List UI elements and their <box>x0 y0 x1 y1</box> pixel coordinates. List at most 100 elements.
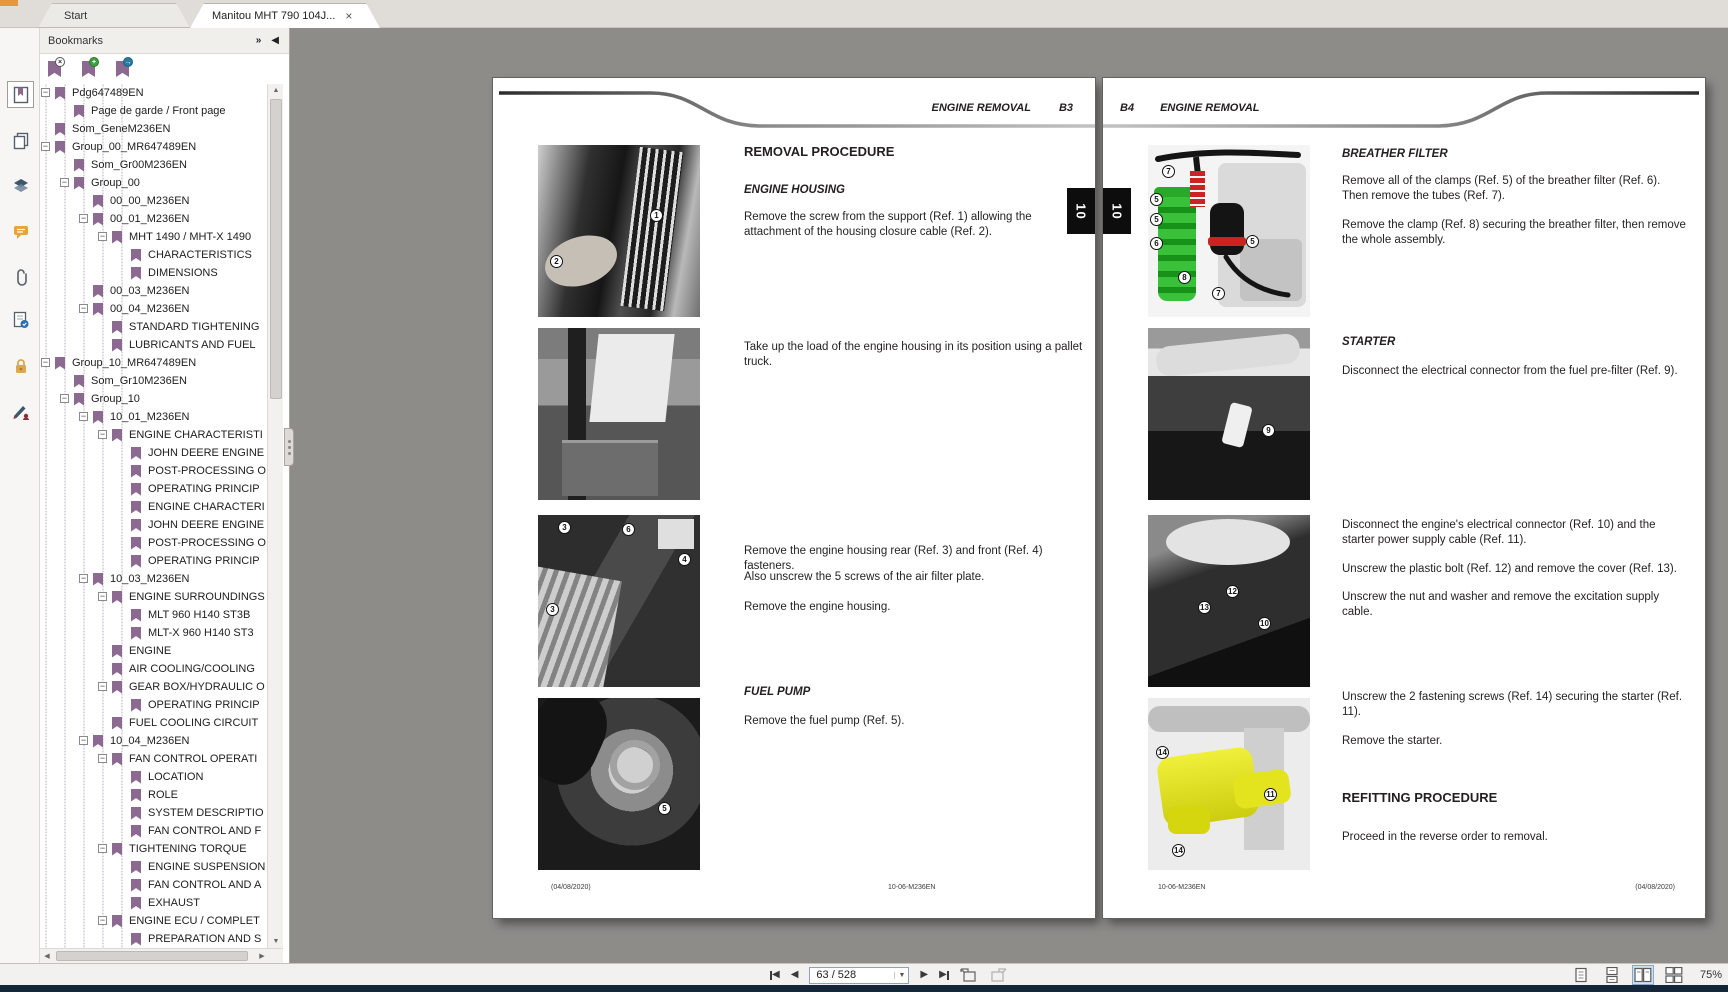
vertical-scroll-thumb[interactable] <box>270 99 282 399</box>
scroll-right-icon[interactable]: ▶ <box>255 949 269 964</box>
collapse-expander-icon[interactable]: − <box>79 574 88 583</box>
collapse-expander-icon[interactable]: − <box>79 214 88 223</box>
bookmark-item[interactable]: MLT-X 960 H140 ST3 <box>40 624 267 642</box>
bookmark-item[interactable]: OPERATING PRINCIP <box>40 696 267 714</box>
collapse-panel-icon[interactable]: ◀ <box>271 35 279 46</box>
bookmark-item[interactable]: FUEL COOLING CIRCUIT <box>40 714 267 732</box>
bookmark-item[interactable]: − ENGINE SURROUNDINGS <box>40 588 267 606</box>
two-page-continuous-view-icon[interactable] <box>1663 965 1685 985</box>
collapse-expander-icon[interactable]: − <box>98 916 107 925</box>
bookmark-item[interactable]: FAN CONTROL AND A <box>40 876 267 894</box>
bookmark-item[interactable]: LUBRICANTS AND FUEL <box>40 336 267 354</box>
add-bookmark-button[interactable]: + <box>82 57 99 77</box>
bookmark-item[interactable]: LOCATION <box>40 768 267 786</box>
close-tab-icon[interactable]: × <box>345 11 352 21</box>
expand-panel-icon[interactable]: » <box>256 35 262 46</box>
collapse-expander-icon[interactable]: − <box>41 88 50 97</box>
single-page-view-icon[interactable] <box>1570 965 1592 985</box>
bookmark-item[interactable]: 00_00_M236EN <box>40 192 267 210</box>
collapse-expander-icon[interactable]: − <box>60 178 69 187</box>
bookmark-item[interactable]: SYSTEM DESCRIPTIO <box>40 804 267 822</box>
bookmarks-panel-icon[interactable] <box>7 81 34 108</box>
scroll-down-icon[interactable]: ▼ <box>268 935 284 948</box>
bookmark-item[interactable]: FAN CONTROL AND F <box>40 822 267 840</box>
bookmark-item[interactable]: EXHAUST <box>40 894 267 912</box>
bookmark-item[interactable]: JOHN DEERE ENGINE <box>40 516 267 534</box>
next-page-button[interactable]: ▶ <box>920 970 928 980</box>
collapse-expander-icon[interactable]: − <box>41 142 50 151</box>
continuous-view-icon[interactable] <box>1601 965 1623 985</box>
bookmark-item[interactable]: POST-PROCESSING O <box>40 462 267 480</box>
bookmark-item[interactable]: ENGINE <box>40 642 267 660</box>
collapse-expander-icon[interactable]: − <box>41 358 50 367</box>
document-pane[interactable]: ENGINE REMOVAL B3 12 3643 5 REMOVAL PROC… <box>290 28 1728 963</box>
layers-icon[interactable] <box>7 172 34 199</box>
panel-splitter-handle[interactable] <box>284 428 294 466</box>
first-page-button[interactable]: ◀ <box>770 970 780 980</box>
bookmarks-vertical-scrollbar[interactable]: ▲ ▼ <box>267 84 283 948</box>
horizontal-scroll-thumb[interactable] <box>56 951 248 961</box>
page-dropdown-icon[interactable]: ▼ <box>894 971 908 979</box>
bookmark-item[interactable]: JOHN DEERE ENGINE <box>40 444 267 462</box>
bookmark-item[interactable]: ENGINE SUSPENSION <box>40 858 267 876</box>
bookmark-item[interactable]: − 00_04_M236EN <box>40 300 267 318</box>
next-view-button[interactable] <box>989 968 1007 982</box>
app-menu-accent[interactable] <box>0 0 18 6</box>
zoom-level-value[interactable]: 75% <box>1700 969 1722 981</box>
delete-bookmark-button[interactable]: × <box>48 57 65 77</box>
bookmarks-horizontal-scrollbar[interactable]: ◀ ▶ <box>40 948 283 963</box>
bookmark-item[interactable]: OPERATING PRINCIP <box>40 480 267 498</box>
bookmark-item[interactable]: Som_GeneM236EN <box>40 120 267 138</box>
collapse-expander-icon[interactable]: − <box>98 754 107 763</box>
certificates-icon[interactable] <box>7 306 34 333</box>
bookmark-item[interactable]: − Group_00 <box>40 174 267 192</box>
bookmark-item[interactable]: − 00_01_M236EN <box>40 210 267 228</box>
collapse-expander-icon[interactable]: − <box>98 232 107 241</box>
signature-icon[interactable] <box>7 398 34 425</box>
bookmark-item[interactable]: Som_Gr00M236EN <box>40 156 267 174</box>
bookmark-item[interactable]: − ENGINE CHARACTERISTI <box>40 426 267 444</box>
bookmark-item[interactable]: CHARACTERISTICS <box>40 246 267 264</box>
bookmark-item[interactable]: − TIGHTENING TORQUE <box>40 840 267 858</box>
page-thumbnails-icon[interactable] <box>7 126 34 153</box>
bookmark-item[interactable]: DIMENSIONS <box>40 264 267 282</box>
taskbar[interactable] <box>0 985 1728 992</box>
bookmark-item[interactable]: − FAN CONTROL OPERATI <box>40 750 267 768</box>
attachments-icon[interactable] <box>7 264 34 291</box>
bookmark-item[interactable]: Som_Gr10M236EN <box>40 372 267 390</box>
bookmark-item[interactable]: STANDARD TIGHTENING <box>40 318 267 336</box>
bookmark-item[interactable]: − GEAR BOX/HYDRAULIC O <box>40 678 267 696</box>
goto-bookmark-button[interactable]: → <box>116 57 133 77</box>
bookmark-item[interactable]: ROLE <box>40 786 267 804</box>
tab-document[interactable]: Manitou MHT 790 104J... × <box>190 3 380 28</box>
security-lock-icon[interactable] <box>7 352 34 379</box>
bookmark-item[interactable]: − Group_10_MR647489EN <box>40 354 267 372</box>
bookmark-item[interactable]: − MHT 1490 / MHT-X 1490 <box>40 228 267 246</box>
page-indicator-value[interactable]: 63 / 528 <box>810 969 894 981</box>
collapse-expander-icon[interactable]: − <box>98 844 107 853</box>
collapse-expander-icon[interactable]: − <box>79 412 88 421</box>
page-number-input[interactable]: 63 / 528 ▼ <box>809 966 910 984</box>
two-page-view-icon[interactable] <box>1631 965 1654 985</box>
bookmark-item[interactable]: POST-PROCESSING O <box>40 534 267 552</box>
scroll-left-icon[interactable]: ◀ <box>40 949 54 964</box>
bookmark-item[interactable]: Page de garde / Front page <box>40 102 267 120</box>
bookmark-item[interactable]: − Pdg647489EN <box>40 84 267 102</box>
collapse-expander-icon[interactable]: − <box>60 394 69 403</box>
collapse-expander-icon[interactable]: − <box>98 592 107 601</box>
bookmark-item[interactable]: 00_03_M236EN <box>40 282 267 300</box>
tab-start[interactable]: Start <box>38 3 190 28</box>
previous-page-button[interactable]: ◀ <box>791 970 799 980</box>
bookmark-item[interactable]: PREPARATION AND S <box>40 930 267 948</box>
bookmark-item[interactable]: − Group_10 <box>40 390 267 408</box>
bookmark-item[interactable]: OPERATING PRINCIP <box>40 552 267 570</box>
scroll-up-icon[interactable]: ▲ <box>268 84 284 97</box>
previous-view-button[interactable] <box>960 968 978 982</box>
bookmark-item[interactable]: − 10_04_M236EN <box>40 732 267 750</box>
last-page-button[interactable]: ▶ <box>939 970 949 980</box>
bookmark-item[interactable]: − 10_01_M236EN <box>40 408 267 426</box>
collapse-expander-icon[interactable]: − <box>98 682 107 691</box>
bookmark-item[interactable]: MLT 960 H140 ST3B <box>40 606 267 624</box>
collapse-expander-icon[interactable]: − <box>98 430 107 439</box>
collapse-expander-icon[interactable]: − <box>79 304 88 313</box>
